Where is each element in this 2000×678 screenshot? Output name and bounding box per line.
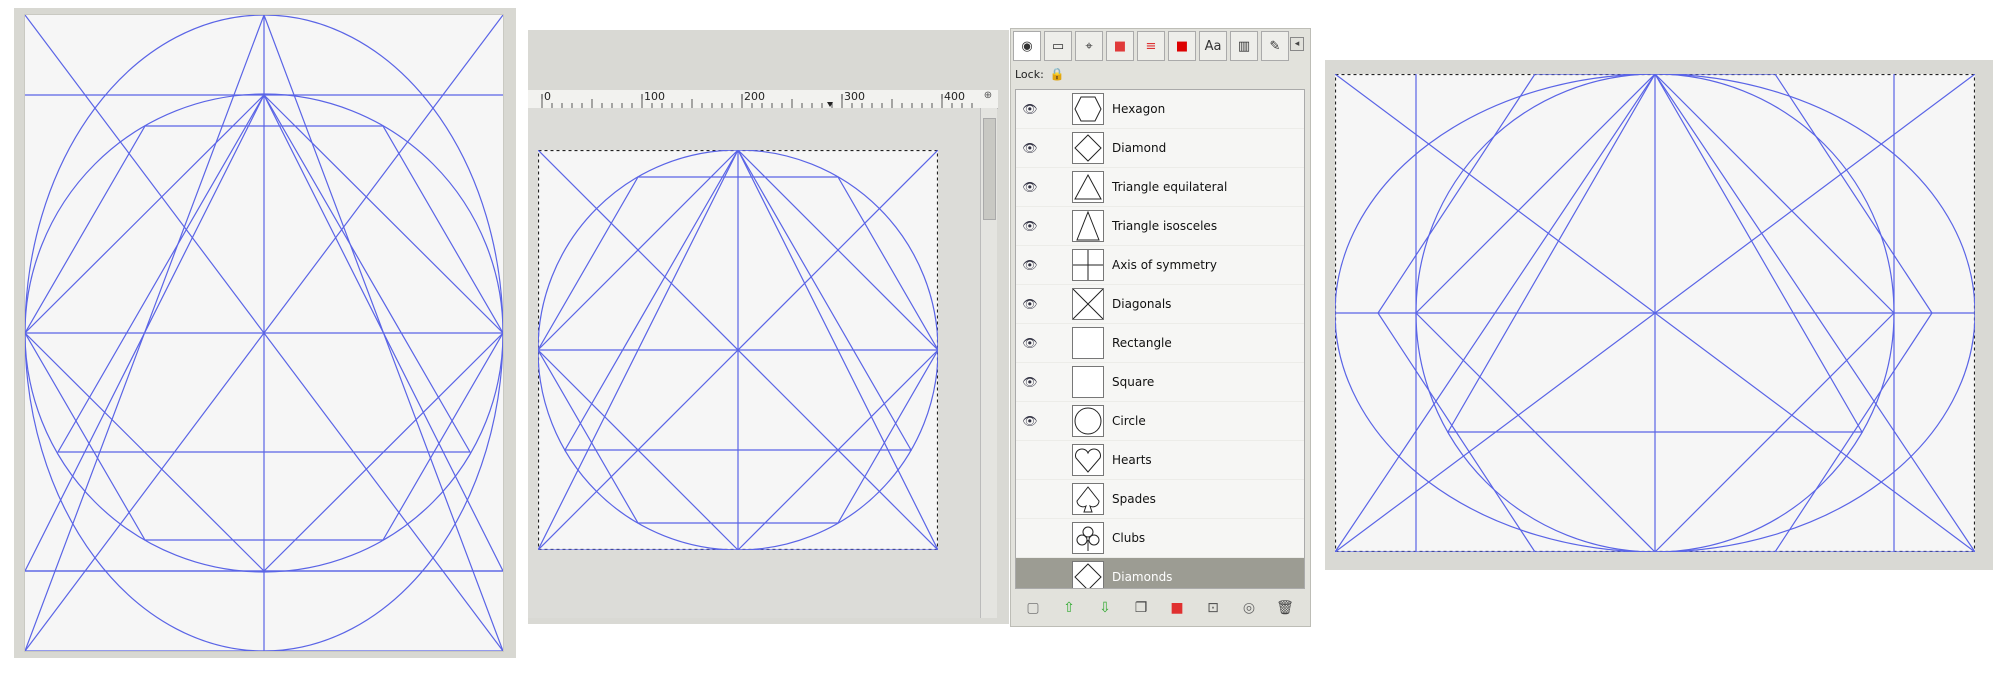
eye-icon[interactable]: 👁 <box>1016 102 1044 116</box>
eye-icon[interactable]: 👁 <box>1016 180 1044 194</box>
layer-name: Spades <box>1112 492 1156 506</box>
layer-name: Axis of symmetry <box>1112 258 1217 272</box>
anchor-layer-icon[interactable]: ■ <box>1166 597 1188 619</box>
ruler-label: 300 <box>844 90 865 103</box>
layer-thumbnail <box>1072 327 1104 359</box>
layer-name: Rectangle <box>1112 336 1172 350</box>
left-image-window <box>14 8 516 658</box>
horizontal-ruler: 0 100 200 300 400 <box>528 90 998 109</box>
layer-thumbnail <box>1072 132 1104 164</box>
paths-tab[interactable]: ⌖ <box>1075 31 1103 61</box>
layer-name: Triangle isosceles <box>1112 219 1218 233</box>
eye-icon[interactable]: 👁 <box>1016 336 1044 350</box>
lower-layer-icon[interactable]: ⇩ <box>1094 597 1116 619</box>
layer-row[interactable]: 👁 Diagonals <box>1016 285 1304 324</box>
left-geometry-drawing <box>25 15 503 651</box>
dock-menu-icon[interactable]: ◂ <box>1290 37 1304 51</box>
layer-row[interactable]: 👁 Diamond <box>1016 129 1304 168</box>
layer-row[interactable]: 👁 Triangle isosceles <box>1016 207 1304 246</box>
layer-name: Clubs <box>1112 531 1146 545</box>
tool-options-tab[interactable]: ◉ <box>1013 31 1041 61</box>
right-canvas[interactable] <box>1335 74 1975 552</box>
layer-thumbnail <box>1072 210 1104 242</box>
right-geometry-drawing <box>1335 74 1975 552</box>
new-layer-icon[interactable]: ▢ <box>1022 597 1044 619</box>
layer-name: Diagonals <box>1112 297 1172 311</box>
layers-dock: ◉ ▭ ⌖ ■ ≡ ■ Aa ▥ ✎ ◂ Lock: 🔒 👁 Hexagon 👁 Di… <box>1010 28 1311 627</box>
layer-row[interactable]: 👁 Circle <box>1016 402 1304 441</box>
eye-icon[interactable]: 👁 <box>1016 258 1044 272</box>
gradients-tab[interactable]: ▥ <box>1230 31 1258 61</box>
layer-thumbnail <box>1072 288 1104 320</box>
lock-row: Lock: 🔒 <box>1015 67 1065 81</box>
layer-row[interactable]: 👁 Square <box>1016 363 1304 402</box>
merge-layer-icon[interactable]: ⊡ <box>1202 597 1224 619</box>
layer-thumbnail <box>1072 249 1104 281</box>
layer-name: Hexagon <box>1112 102 1166 116</box>
layer-row[interactable]: Diamonds <box>1016 558 1304 588</box>
image-window: 0 100 200 300 400 ⊕ <box>528 30 1009 624</box>
ruler-label: 200 <box>744 90 765 103</box>
layer-thumbnail <box>1072 483 1104 515</box>
brushes-tab[interactable]: ✎ <box>1261 31 1289 61</box>
layer-thumbnail <box>1072 171 1104 203</box>
right-image-window <box>1325 60 1993 570</box>
layer-buttons: ▢ ⇧ ⇩ ❐ ■ ⊡ ◎ 🗑 <box>1015 595 1303 621</box>
lock-alpha-icon[interactable]: 🔒 <box>1050 67 1065 81</box>
layer-list: 👁 Hexagon 👁 Diamond 👁 Triangle equilateral 👁 Tr… <box>1015 89 1305 589</box>
layer-thumbnail <box>1072 405 1104 437</box>
layers-tab[interactable]: ≡ <box>1137 31 1165 61</box>
fonts-tab[interactable]: Aa <box>1199 31 1227 61</box>
eye-icon[interactable]: 👁 <box>1016 297 1044 311</box>
ruler-label: 100 <box>644 90 665 103</box>
layer-row[interactable]: Clubs <box>1016 519 1304 558</box>
scrollbar-thumb[interactable] <box>983 118 996 220</box>
delete-layer-icon[interactable]: 🗑 <box>1274 597 1296 619</box>
layer-row[interactable]: 👁 Axis of symmetry <box>1016 246 1304 285</box>
mid-canvas[interactable] <box>538 150 938 550</box>
layer-row[interactable]: 👁 Hexagon <box>1016 90 1304 129</box>
layer-mask-icon[interactable]: ◎ <box>1238 597 1260 619</box>
layer-thumbnail <box>1072 561 1104 588</box>
eye-icon[interactable]: 👁 <box>1016 219 1044 233</box>
eye-icon[interactable]: 👁 <box>1016 141 1044 155</box>
mid-geometry-drawing <box>538 150 938 550</box>
layer-name: Triangle equilateral <box>1112 180 1228 194</box>
layer-name: Square <box>1112 375 1155 389</box>
ruler-label: 0 <box>544 90 551 103</box>
vertical-scrollbar[interactable] <box>980 108 997 618</box>
ruler-label: 400 <box>944 90 965 103</box>
duplicate-layer-icon[interactable]: ❐ <box>1130 597 1152 619</box>
layer-name: Diamonds <box>1112 570 1173 584</box>
layer-row[interactable]: 👁 Rectangle <box>1016 324 1304 363</box>
dock-tabs: ◉ ▭ ⌖ ■ ≡ ■ Aa ▥ ✎ <box>1013 31 1289 61</box>
layer-name: Circle <box>1112 414 1146 428</box>
left-canvas[interactable] <box>24 14 504 652</box>
layer-row[interactable]: Spades <box>1016 480 1304 519</box>
layer-thumbnail <box>1072 366 1104 398</box>
layer-thumbnail <box>1072 93 1104 125</box>
layer-name: Hearts <box>1112 453 1152 467</box>
layer-thumbnail <box>1072 444 1104 476</box>
layer-row[interactable]: 👁 Triangle equilateral <box>1016 168 1304 207</box>
colors-tab[interactable]: ■ <box>1106 31 1134 61</box>
layer-thumbnail <box>1072 522 1104 554</box>
raise-layer-icon[interactable]: ⇧ <box>1058 597 1080 619</box>
fg-bg-color-tab[interactable]: ■ <box>1168 31 1196 61</box>
lock-label: Lock: <box>1015 67 1044 81</box>
layer-name: Diamond <box>1112 141 1167 155</box>
layer-row[interactable]: Hearts <box>1016 441 1304 480</box>
device-status-tab[interactable]: ▭ <box>1044 31 1072 61</box>
eye-icon[interactable]: 👁 <box>1016 375 1044 389</box>
zoom-navigate-icon[interactable]: ⊕ <box>980 90 996 108</box>
eye-icon[interactable]: 👁 <box>1016 414 1044 428</box>
